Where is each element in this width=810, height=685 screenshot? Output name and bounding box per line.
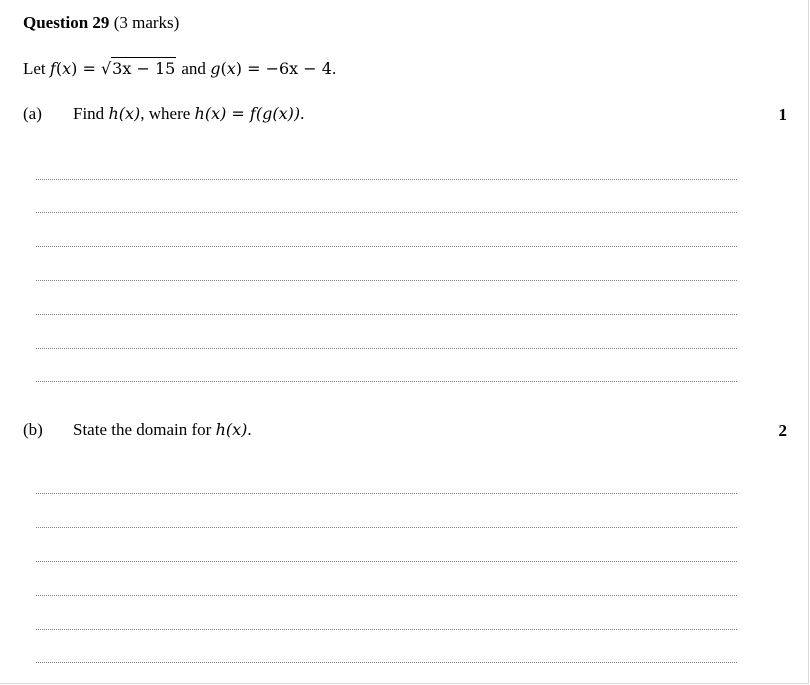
answer-line xyxy=(36,280,737,281)
part-a-text: Find h(x), where h(x) = f(g(x)). xyxy=(73,104,304,124)
answer-line xyxy=(36,595,737,596)
radicand: 3x − 15 xyxy=(111,57,177,78)
stem-and: and xyxy=(181,59,206,78)
answer-line xyxy=(36,212,737,213)
question-heading: Question 29 (3 marks) xyxy=(23,13,179,33)
square-root: √3x − 15 xyxy=(100,57,177,78)
answer-line xyxy=(36,629,737,630)
f-definition: f(x) = √3x − 15 xyxy=(50,57,181,78)
answer-line xyxy=(36,493,737,494)
answer-line xyxy=(36,348,737,349)
part-b-text: State the domain for h(x). xyxy=(73,420,252,440)
part-a-period: . xyxy=(300,104,305,123)
stem-let: Let xyxy=(23,59,46,78)
radical-sign: √ xyxy=(100,59,112,78)
paren: ) xyxy=(235,59,242,78)
answer-line xyxy=(36,314,737,315)
question-stem: Let f(x) = √3x − 15 and g(x) = −6x − 4. xyxy=(23,57,337,79)
part-a-expr-h: h(x) xyxy=(108,104,141,123)
x-symbol: x xyxy=(62,59,72,78)
page-frame xyxy=(0,0,809,684)
equals-sign: = xyxy=(247,59,261,78)
part-b-label: (b) xyxy=(23,420,43,439)
question-marks-note: (3 marks) xyxy=(113,13,180,32)
answer-line xyxy=(36,246,737,247)
part-a-prefix: Find xyxy=(73,104,105,123)
g-expression: −6x − 4 xyxy=(265,59,332,78)
x-symbol: x xyxy=(226,59,236,78)
stem-period: . xyxy=(331,59,337,78)
equals-sign: = xyxy=(82,59,96,78)
part-a-marks: 1 xyxy=(778,105,788,124)
part-b-marks: 2 xyxy=(778,421,788,440)
part-a-expr-composition: h(x) = f(g(x)) xyxy=(194,104,301,123)
part-b-expr-h: h(x) xyxy=(215,420,248,439)
answer-line xyxy=(36,561,737,562)
part-a-mid: , where xyxy=(140,104,191,123)
answer-line xyxy=(36,662,737,663)
g-symbol: g xyxy=(210,59,221,78)
part-b-period: . xyxy=(247,420,252,439)
question-label: Question 29 xyxy=(23,13,110,32)
answer-line xyxy=(36,179,737,180)
paren: ) xyxy=(71,59,78,78)
part-b-prefix: State the domain for xyxy=(73,420,212,439)
part-a-label: (a) xyxy=(23,104,42,123)
answer-line xyxy=(36,527,737,528)
answer-line xyxy=(36,381,737,382)
g-definition: g(x) = −6x − 4 xyxy=(210,59,332,78)
